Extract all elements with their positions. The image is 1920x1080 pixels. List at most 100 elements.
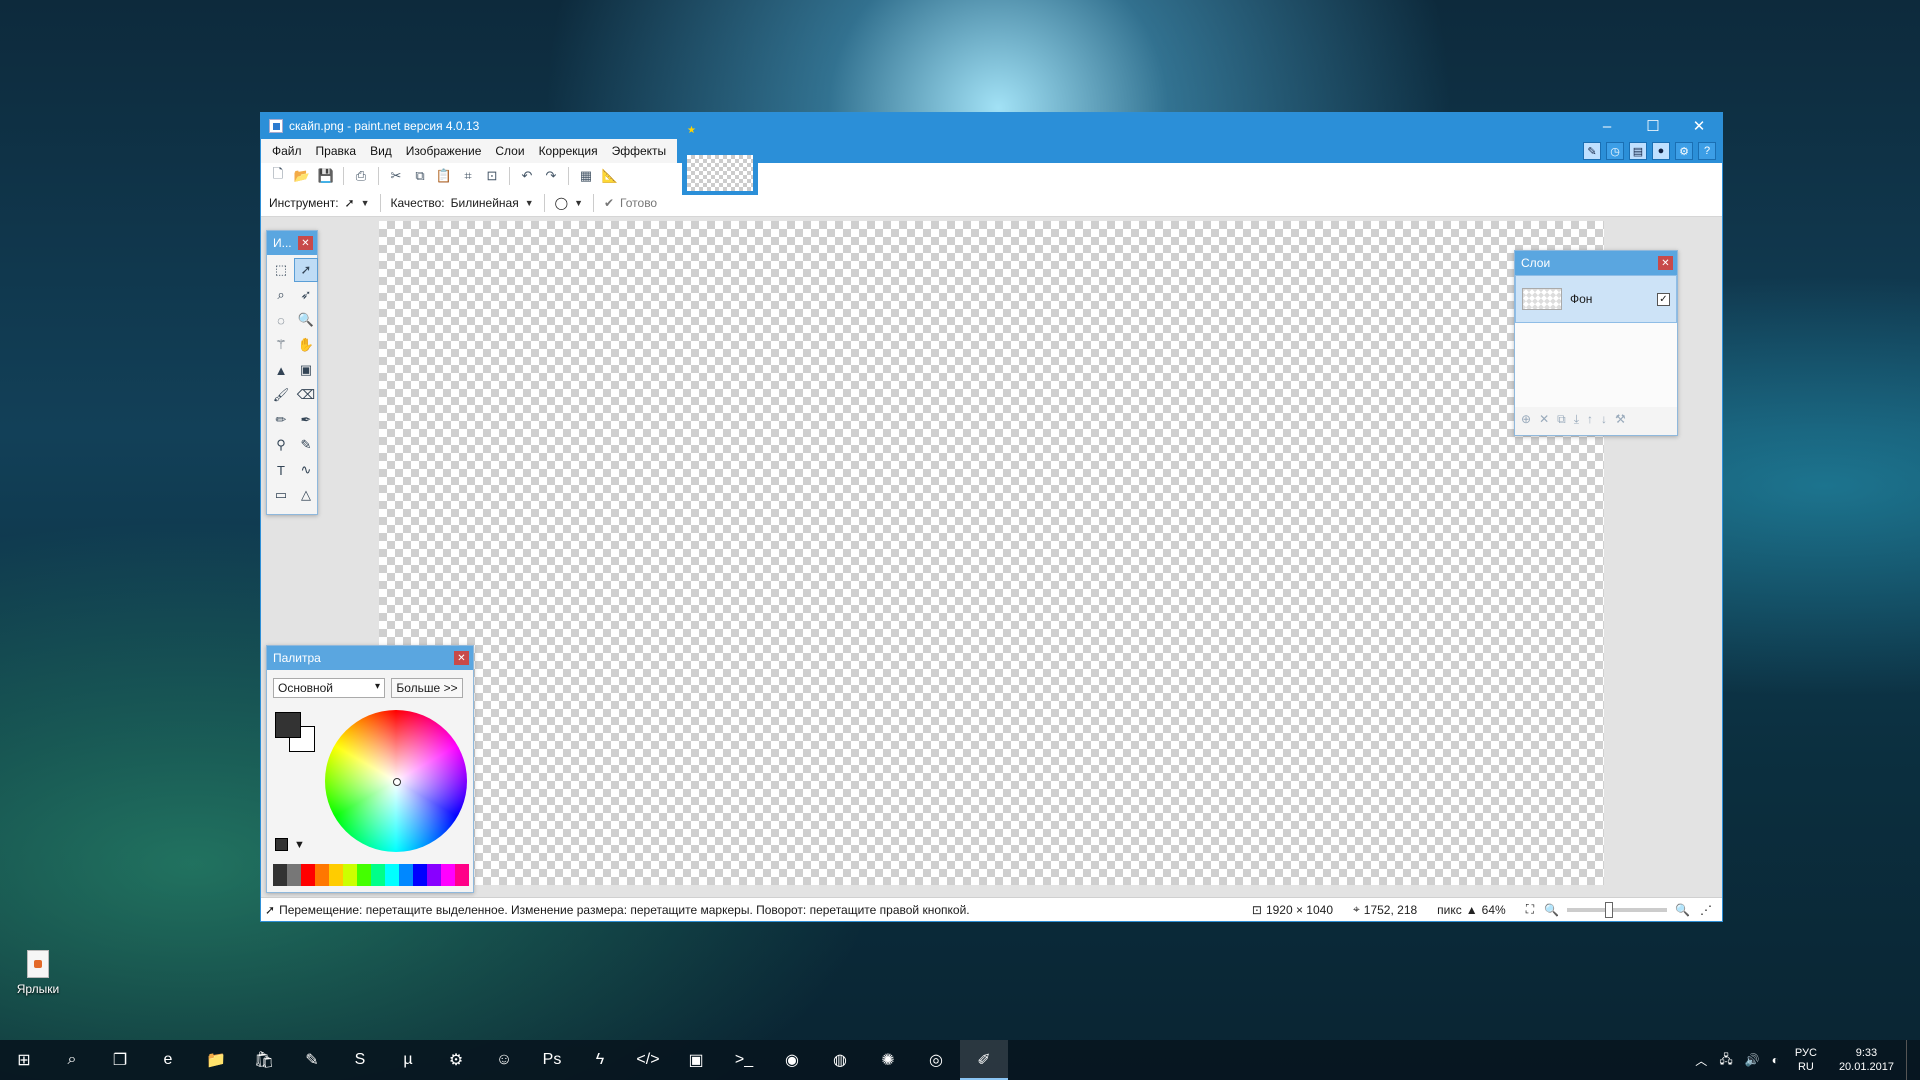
undo-icon[interactable]: ↶ (516, 165, 538, 187)
tools-toggle-icon[interactable]: ✎ (1583, 142, 1601, 160)
network-app-icon[interactable]: ✺ (864, 1040, 912, 1080)
palette-swatch[interactable] (357, 864, 371, 886)
settings-gear-icon[interactable]: ⚙ (1675, 142, 1693, 160)
palette-panel-title-bar[interactable]: Палитра ✕ (267, 646, 473, 670)
merge-layer-icon[interactable]: ⤓ (1574, 412, 1579, 427)
clone-stamp-icon[interactable]: ⚲ (269, 433, 293, 457)
ellipse-select-icon[interactable]: ◌ (269, 308, 293, 332)
text-icon[interactable]: T (269, 458, 293, 482)
history-toggle-icon[interactable]: ◷ (1606, 142, 1624, 160)
duplicate-layer-icon[interactable]: ⧉ (1557, 412, 1566, 427)
search-icon[interactable]: ⌕ (48, 1040, 96, 1080)
chevron-down-icon[interactable]: ▼ (361, 198, 370, 208)
paint-bucket-icon[interactable]: ▲ (269, 358, 293, 382)
help-icon[interactable]: ? (1698, 142, 1716, 160)
cheat-engine-icon[interactable]: ⚙ (432, 1040, 480, 1080)
menu-layers[interactable]: Слои (488, 144, 531, 158)
shapes-triangle-icon[interactable]: △ (294, 483, 318, 507)
palette-swatch[interactable] (427, 864, 441, 886)
crop-icon[interactable]: ⌗ (457, 165, 479, 187)
paintnet-taskbar-icon[interactable]: ✐ (960, 1040, 1008, 1080)
windows-start-icon[interactable]: ⊞ (0, 1040, 48, 1080)
chrome-icon[interactable]: ◎ (912, 1040, 960, 1080)
file-explorer-icon[interactable]: 📁 (192, 1040, 240, 1080)
tools-panel-close-button[interactable]: ✕ (298, 236, 313, 250)
palette-swatch[interactable] (385, 864, 399, 886)
move-tool-icon[interactable]: ➚ (345, 196, 355, 210)
finish-button[interactable]: Готово (620, 196, 657, 210)
skype-icon[interactable]: S (336, 1040, 384, 1080)
desktop-shortcuts-icon[interactable]: Ярлыки (10, 950, 66, 996)
cut-icon[interactable]: ✂ (385, 165, 407, 187)
palette-swatch[interactable] (441, 864, 455, 886)
notepad-icon[interactable]: ✎ (288, 1040, 336, 1080)
palette-swatch[interactable] (413, 864, 427, 886)
minimize-button[interactable]: – (1584, 113, 1630, 139)
powershell-icon[interactable]: >_ (720, 1040, 768, 1080)
gradient-icon[interactable]: ▣ (294, 358, 318, 382)
palette-swatch[interactable] (315, 864, 329, 886)
palette-swatch[interactable] (343, 864, 357, 886)
quality-select[interactable]: Билинейная (451, 196, 519, 210)
zoom-icon[interactable]: 🔍 (294, 308, 318, 332)
edge-browser-icon[interactable]: e (144, 1040, 192, 1080)
menu-effects[interactable]: Эффекты (605, 144, 674, 158)
colors-toggle-icon[interactable]: ● (1652, 142, 1670, 160)
zoom-out-icon[interactable]: 🔍 (1544, 903, 1559, 917)
image-canvas[interactable] (379, 221, 1604, 885)
maximize-button[interactable]: ☐ (1630, 113, 1676, 139)
palette-swatch[interactable] (371, 864, 385, 886)
task-view-icon[interactable]: ❐ (96, 1040, 144, 1080)
deselect-icon[interactable]: ⊡ (481, 165, 503, 187)
cat-app-icon[interactable]: ◍ (816, 1040, 864, 1080)
palette-swatch[interactable] (329, 864, 343, 886)
primary-color-swatch[interactable] (275, 712, 301, 738)
grid-icon[interactable]: ▦ (575, 165, 597, 187)
paste-icon[interactable]: 📋 (433, 165, 455, 187)
save-icon[interactable]: 💾 (315, 165, 337, 187)
eraser-icon[interactable]: ⌫ (294, 383, 318, 407)
tools-panel-title-bar[interactable]: И... ✕ (267, 231, 317, 255)
paintbrush-icon[interactable]: 🖌 (269, 383, 293, 407)
primary-color-mini-swatch[interactable] (275, 838, 288, 851)
layers-panel-title-bar[interactable]: Слои ✕ (1515, 251, 1677, 275)
weather-icon[interactable]: ◐ (1766, 1053, 1785, 1067)
photoshop-icon[interactable]: Ps (528, 1040, 576, 1080)
menu-view[interactable]: Вид (363, 144, 399, 158)
palette-swatch[interactable] (301, 864, 315, 886)
palette-swatch[interactable] (287, 864, 301, 886)
move-layer-up-icon[interactable]: ↑ (1587, 412, 1593, 426)
more-colors-button[interactable]: Больше >> (391, 678, 463, 698)
copy-icon[interactable]: ⧉ (409, 165, 431, 187)
resize-grip-icon[interactable]: ⋰ (1690, 903, 1722, 917)
archive-icon[interactable]: ▣ (672, 1040, 720, 1080)
shapes-icon[interactable]: ▭ (269, 483, 293, 507)
layers-panel-close-button[interactable]: ✕ (1658, 256, 1673, 270)
move-selection-icon[interactable]: ➶ (294, 283, 318, 307)
menu-edit[interactable]: Правка (309, 144, 364, 158)
image-tab-thumbnail[interactable]: ★ (682, 121, 758, 195)
network-icon[interactable]: 🖧 (1713, 1050, 1738, 1071)
zoom-fit-icon[interactable]: ⛶ (1516, 902, 1544, 917)
zoom-in-icon[interactable]: 🔍 (1675, 903, 1690, 917)
color-picker-icon[interactable]: ✒ (294, 408, 318, 432)
add-layer-icon[interactable]: ⊕ (1521, 412, 1531, 426)
color-wheel-cursor[interactable] (393, 778, 401, 786)
line-curve-icon[interactable]: ∿ (294, 458, 318, 482)
palette-swatch[interactable] (273, 864, 287, 886)
chevron-down-icon[interactable]: ▼ (574, 198, 583, 208)
rectangle-select-icon[interactable]: ⬚ (269, 258, 293, 282)
torrent-icon[interactable]: µ (384, 1040, 432, 1080)
store-icon[interactable]: 🛍 (240, 1040, 288, 1080)
palette-menu-icon[interactable]: ▼ (294, 839, 305, 851)
zoom-slider[interactable] (1567, 901, 1668, 918)
clock[interactable]: 9:33 20.01.2017 (1827, 1046, 1906, 1074)
emoji-app-icon[interactable]: ☺ (480, 1040, 528, 1080)
delete-layer-icon[interactable]: ✕ (1539, 412, 1549, 426)
recolor-icon[interactable]: ✎ (294, 433, 318, 457)
lasso-select-icon[interactable]: ⌕ (269, 283, 293, 307)
ruler-icon[interactable]: 📐 (599, 165, 621, 187)
language-indicator[interactable]: РУС RU (1785, 1046, 1827, 1074)
move-selected-icon[interactable]: ➚ (294, 258, 318, 282)
chevron-up-icon[interactable]: ▲ (1466, 903, 1478, 917)
